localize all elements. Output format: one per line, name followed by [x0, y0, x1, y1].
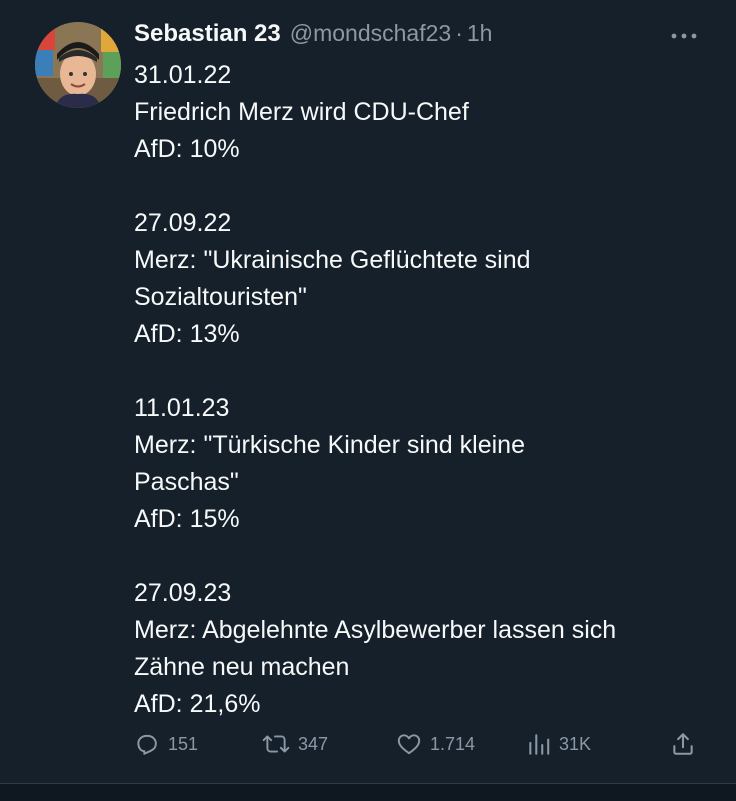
- retweet-icon: [262, 731, 290, 757]
- author-display-name[interactable]: Sebastian 23: [134, 20, 281, 48]
- like-count: 1.714: [430, 733, 476, 754]
- block-text-line: Sozialtouristen": [134, 283, 307, 311]
- timestamp[interactable]: 1h: [467, 20, 493, 47]
- retweet-button[interactable]: 347: [262, 726, 328, 762]
- reply-count: 151: [168, 733, 199, 754]
- author-handle[interactable]: @mondschaf23: [290, 20, 451, 47]
- block-poll: AfD: 13%: [134, 320, 240, 348]
- reply-button[interactable]: 151: [134, 726, 198, 762]
- reply-bubble-icon: [134, 731, 160, 757]
- tweet-text: 31.01.22 Friedrich Merz wird CDU-Chef Af…: [134, 57, 714, 723]
- avatar[interactable]: [35, 22, 121, 108]
- separator-dot: ·: [455, 20, 463, 46]
- block-text-line: Merz: Abgelehnte Asylbewerber lassen sic…: [134, 616, 617, 644]
- block-date: 31.01.22: [134, 61, 232, 89]
- block-date: 27.09.23: [134, 579, 232, 607]
- views-count: 31K: [559, 733, 592, 754]
- block-poll: AfD: 21,6%: [134, 690, 261, 718]
- views-button[interactable]: 31K: [527, 726, 591, 762]
- block-text-line: Zähne neu machen: [134, 653, 350, 681]
- share-upload-icon: [670, 731, 696, 757]
- tweet-actions: 151 347 1.714 31K: [134, 726, 704, 762]
- block-poll: AfD: 15%: [134, 505, 240, 533]
- share-button[interactable]: [670, 726, 696, 762]
- block-text-line: Paschas": [134, 468, 239, 496]
- more-horizontal-icon[interactable]: [664, 22, 704, 50]
- retweet-count: 347: [298, 733, 329, 754]
- block-text-line: Merz: "Ukrainische Geflüchtete sind: [134, 246, 531, 274]
- block-poll: AfD: 10%: [134, 135, 240, 163]
- block-text-line: Merz: "Türkische Kinder sind kleine: [134, 431, 525, 459]
- tweet-header: Sebastian 23 @mondschaf23 · 1h: [134, 20, 492, 52]
- block-date: 27.09.22: [134, 209, 232, 237]
- block-date: 11.01.23: [134, 394, 230, 422]
- heart-icon: [396, 731, 422, 757]
- block-text-line: Friedrich Merz wird CDU-Chef: [134, 98, 469, 126]
- tweet-card[interactable]: Sebastian 23 @mondschaf23 · 1h 31.01.22 …: [0, 0, 736, 783]
- tweet-divider: [0, 783, 736, 801]
- like-button[interactable]: 1.714: [396, 726, 475, 762]
- analytics-bars-icon: [527, 731, 551, 757]
